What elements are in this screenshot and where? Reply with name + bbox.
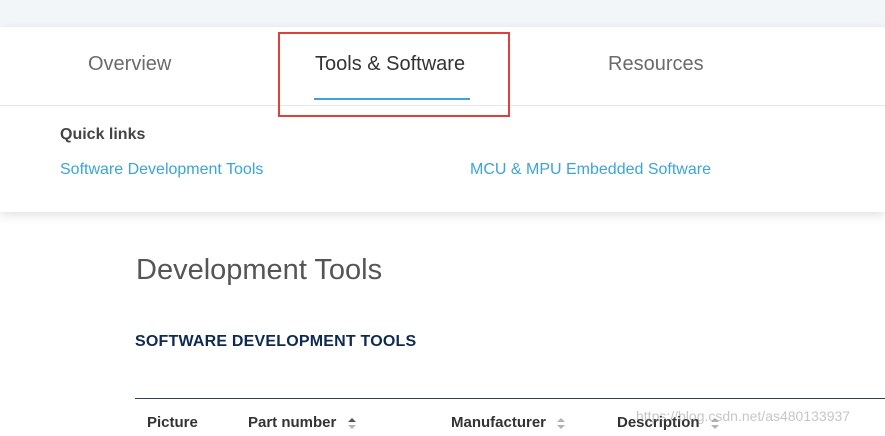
watermark-url: https://blog.csdn.net/as480133937: [636, 408, 851, 424]
tab-bar: Overview Tools & Software Resources: [0, 27, 885, 117]
quick-link-software-development-tools[interactable]: Software Development Tools: [60, 161, 263, 179]
quick-links-title: Quick links: [60, 126, 146, 143]
top-bar: [0, 0, 885, 27]
table-header-manufacturer[interactable]: Manufacturer: [451, 414, 546, 431]
sort-icon[interactable]: [556, 417, 566, 430]
sort-icon[interactable]: [347, 417, 357, 430]
active-tab-highlight: [278, 32, 510, 117]
table-header-divider: [135, 398, 885, 399]
navigation-panel: Overview Tools & Software Resources Quic…: [0, 27, 885, 212]
section-title: SOFTWARE DEVELOPMENT TOOLS: [135, 333, 417, 350]
quick-link-mcu-mpu-embedded-software[interactable]: MCU & MPU Embedded Software: [470, 161, 711, 179]
table-header-picture: Picture: [147, 414, 198, 431]
tab-overview[interactable]: Overview: [88, 53, 171, 76]
table-header-part-number[interactable]: Part number: [248, 414, 336, 431]
tab-resources[interactable]: Resources: [608, 53, 704, 76]
page-title: Development Tools: [136, 254, 383, 286]
